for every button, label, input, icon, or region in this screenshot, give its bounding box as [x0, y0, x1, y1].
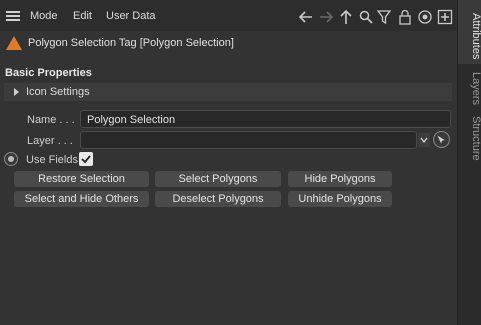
- use-fields-label: Use Fields: [26, 154, 78, 166]
- arrow-up-icon[interactable]: [338, 9, 354, 25]
- search-icon[interactable]: [358, 9, 374, 25]
- pick-layer-icon[interactable]: [433, 131, 450, 148]
- select-and-hide-others-button[interactable]: Select and Hide Others: [14, 191, 149, 207]
- menu-edit[interactable]: Edit: [73, 10, 92, 22]
- arrow-right-icon[interactable]: [318, 9, 334, 25]
- icon-settings-group[interactable]: Icon Settings: [4, 83, 452, 101]
- attribute-manager: Mode Edit User Data Polygon Selection Ta…: [0, 0, 457, 325]
- warning-triangle-icon: [6, 36, 22, 50]
- section-title: Basic Properties: [5, 67, 92, 79]
- layer-label: Layer . . .: [27, 135, 73, 147]
- name-label: Name . . .: [27, 114, 75, 126]
- name-field[interactable]: Polygon Selection: [80, 110, 451, 128]
- expand-arrow-icon[interactable]: [14, 88, 19, 96]
- hamburger-menu-icon[interactable]: [6, 11, 20, 21]
- layer-dropdown-button[interactable]: [418, 133, 430, 147]
- tab-layers[interactable]: Layers: [458, 66, 481, 108]
- side-tab-bar: Attributes Layers Structure: [457, 0, 481, 325]
- tab-structure[interactable]: Structure: [458, 110, 481, 162]
- use-fields-radio[interactable]: [4, 152, 18, 166]
- menu-mode[interactable]: Mode: [30, 10, 58, 22]
- select-polygons-button[interactable]: Select Polygons: [155, 171, 281, 187]
- use-fields-checkbox[interactable]: [79, 152, 93, 166]
- object-title: Polygon Selection Tag [Polygon Selection…: [28, 37, 234, 49]
- menu-bar: Mode Edit User Data: [0, 0, 457, 31]
- filter-icon[interactable]: [376, 9, 392, 25]
- target-icon[interactable]: [417, 9, 433, 25]
- layer-field[interactable]: [80, 131, 417, 149]
- unhide-polygons-button[interactable]: Unhide Polygons: [288, 191, 392, 207]
- group-label: Icon Settings: [26, 86, 90, 98]
- lock-icon[interactable]: [397, 9, 413, 25]
- object-header: Polygon Selection Tag [Polygon Selection…: [0, 31, 457, 57]
- hide-polygons-button[interactable]: Hide Polygons: [288, 171, 392, 187]
- restore-selection-button[interactable]: Restore Selection: [14, 171, 149, 187]
- add-icon[interactable]: [437, 9, 453, 25]
- deselect-polygons-button[interactable]: Deselect Polygons: [155, 191, 281, 207]
- arrow-left-icon[interactable]: [298, 9, 314, 25]
- menu-user-data[interactable]: User Data: [106, 10, 156, 22]
- tab-attributes[interactable]: Attributes: [458, 0, 481, 64]
